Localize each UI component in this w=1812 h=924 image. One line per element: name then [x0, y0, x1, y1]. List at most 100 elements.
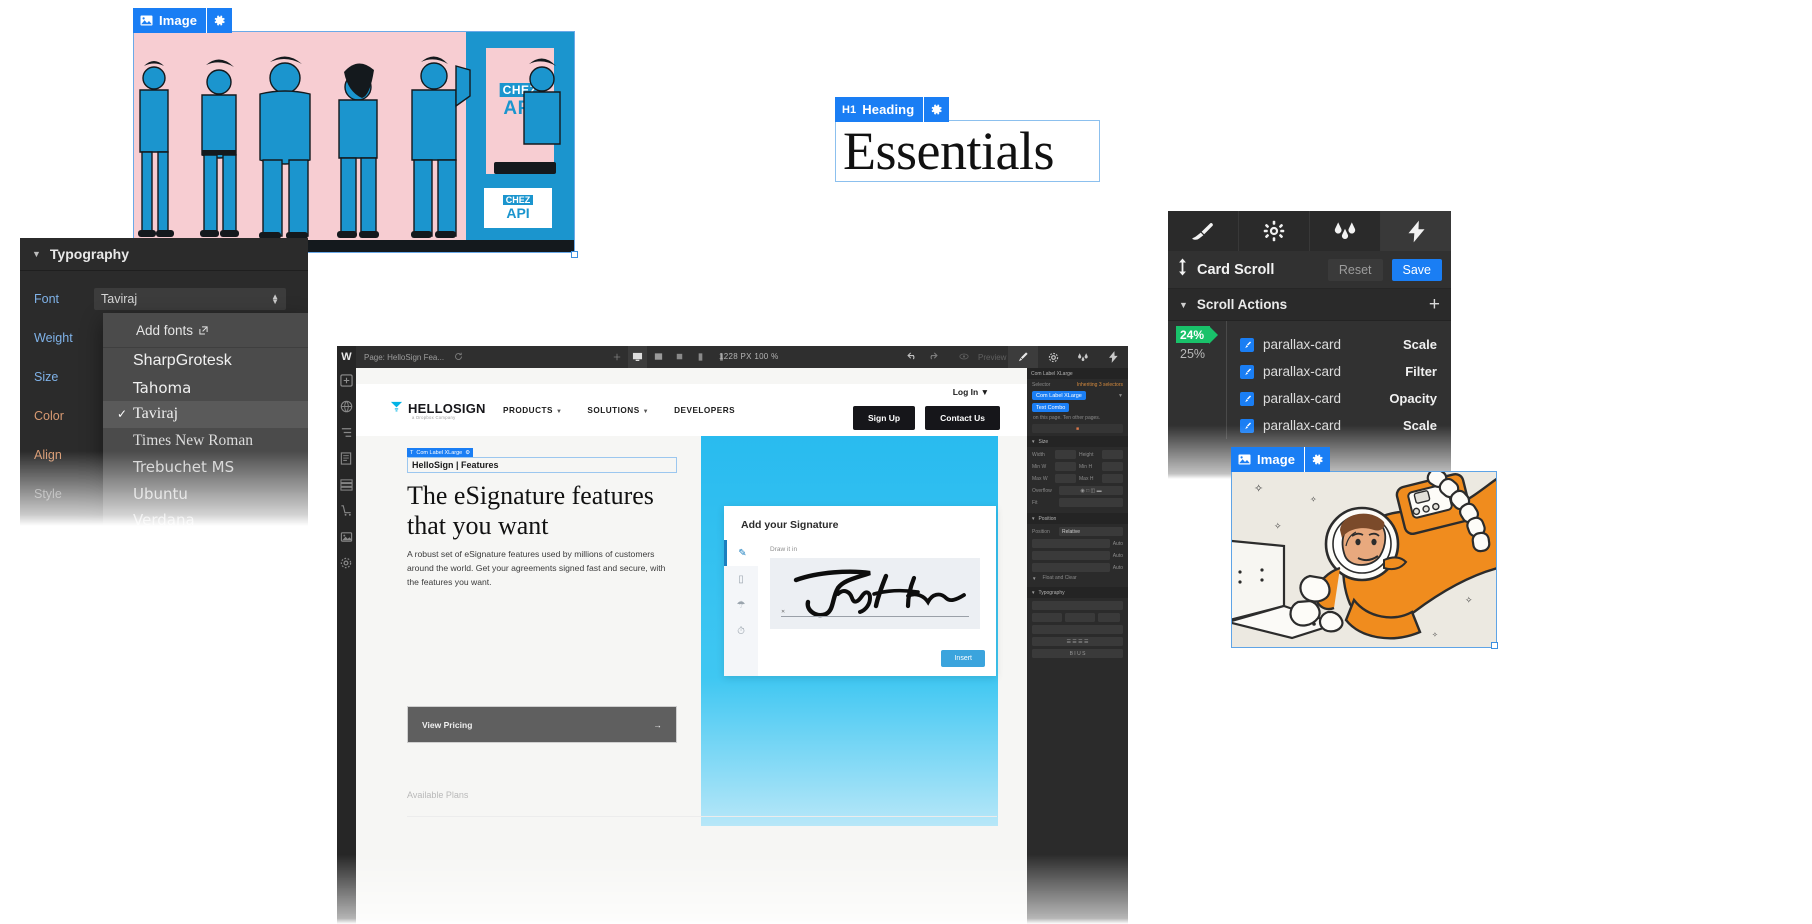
min-width-input[interactable] [1054, 462, 1076, 471]
style-tab-icon[interactable] [1008, 346, 1038, 368]
camera-icon[interactable]: ☂ [724, 592, 758, 618]
type-icon[interactable]: ▯ [724, 566, 758, 592]
resize-handle-astronaut[interactable] [1491, 642, 1498, 649]
breakpoint-mobile-landscape[interactable] [670, 346, 689, 368]
signature-pad[interactable]: ✕ [770, 558, 980, 629]
add-elements-icon[interactable] [340, 374, 353, 387]
style-tab[interactable] [1168, 211, 1239, 251]
nav-link-developers[interactable]: DEVELOPERS [674, 406, 735, 415]
pages-icon[interactable] [340, 452, 353, 465]
scroll-actions-header[interactable]: ▼ Scroll Actions + [1168, 289, 1451, 321]
overflow-toggle-group[interactable]: ◉ □ ◫ ▬ [1059, 486, 1123, 495]
effects-tab-icon[interactable] [1068, 346, 1098, 368]
position-section-header[interactable]: ▼ Position [1027, 513, 1128, 524]
designer-style-panel[interactable]: Com Label XLarge Selector Inheriting 3 s… [1027, 368, 1128, 924]
width-input[interactable] [1054, 450, 1076, 459]
insert-signature-button[interactable]: Insert [941, 650, 985, 667]
pen-icon[interactable]: ✎ [724, 540, 758, 566]
settings-tab[interactable] [1239, 211, 1310, 251]
card-scroll-panel[interactable]: Card Scroll Reset Save ▼ Scroll Actions … [1168, 211, 1451, 479]
people-illustration[interactable]: CHEZ API CHEZ API [133, 31, 575, 253]
font-option-verdana[interactable]: Verdana [103, 507, 308, 526]
designer-left-toolbar[interactable] [337, 368, 356, 924]
font-select[interactable]: Taviraj ▲ ▼ [94, 287, 286, 310]
size-section[interactable]: Width Height Min W Min H Max W Max H Ove… [1027, 447, 1128, 513]
astronaut-illustration[interactable]: ✧ ✧ ✧ ✧ ✧ [1231, 471, 1497, 648]
designer-panel-tabs[interactable] [1008, 346, 1128, 368]
refresh-icon[interactable] [454, 352, 463, 363]
assets-icon[interactable] [340, 530, 353, 543]
typography-panel[interactable]: ▼ Typography Font Taviraj ▲ ▼ Weight Size… [20, 238, 308, 526]
caret-down-icon[interactable]: ▼ [1179, 300, 1188, 310]
undo-icon[interactable] [907, 352, 918, 362]
size-row-overflow[interactable]: Overflow ◉ □ ◫ ▬ [1032, 486, 1123, 495]
font-option-trebuchet-ms[interactable]: Trebuchet MS [103, 454, 308, 481]
list-item[interactable]: parallax-card Scale [1240, 331, 1451, 358]
min-height-input[interactable] [1101, 462, 1123, 471]
gear-icon[interactable]: ⚙ [465, 450, 470, 456]
font-option-times-new-roman[interactable]: Times New Roman [103, 428, 308, 455]
navigator-icon[interactable] [340, 426, 353, 439]
typography-section[interactable]: ☰ ☰ ☰ ☰ B I U S [1027, 598, 1128, 664]
breakpoint-switcher[interactable] [607, 346, 731, 368]
image-badge-label-wrap[interactable]: Image [133, 8, 207, 33]
site-nav-links[interactable]: PRODUCTS ▼ SOLUTIONS ▼ DEVELOPERS [503, 406, 735, 415]
clock-icon[interactable]: ⏱ [724, 618, 758, 644]
selector-chip-secondary[interactable]: Text Combo [1032, 403, 1070, 412]
breakpoint-desktop[interactable] [628, 346, 647, 368]
undo-redo-group[interactable]: Preview [907, 346, 1006, 368]
heading-selection-badge[interactable]: H1 Heading [835, 97, 950, 122]
save-button[interactable]: Save [1391, 258, 1442, 281]
size-section-header[interactable]: ▼ Size [1027, 436, 1128, 447]
list-item[interactable]: parallax-card Opacity [1240, 385, 1451, 412]
resize-handle-image-top[interactable] [571, 251, 578, 258]
action-checkbox[interactable] [1240, 391, 1254, 406]
add-fonts-menu-item[interactable]: Add fonts [103, 313, 308, 348]
effects-tab[interactable] [1310, 211, 1381, 251]
typo-color-row[interactable] [1032, 625, 1123, 634]
typo-align-row[interactable]: ☰ ☰ ☰ ☰ [1032, 637, 1123, 646]
preview-label[interactable]: Preview [978, 353, 1006, 362]
nav-link-products[interactable]: PRODUCTS ▼ [503, 406, 562, 415]
position-select[interactable]: Relative [1059, 527, 1123, 536]
fit-select[interactable] [1059, 498, 1123, 507]
breakpoint-tablet[interactable] [649, 346, 668, 368]
float-clear-row[interactable]: ▼ Float and Clear [1032, 575, 1123, 581]
list-item[interactable]: parallax-card Filter [1240, 358, 1451, 385]
sign-up-button[interactable]: Sign Up [853, 406, 916, 430]
caret-down-icon[interactable]: ▼ [1032, 576, 1036, 581]
typo-weight-row[interactable] [1032, 613, 1123, 622]
signature-method-rail[interactable]: ✎ ▯ ☂ ⏱ [724, 540, 758, 676]
caret-down-icon[interactable]: ▼ [1031, 590, 1035, 595]
selector-chip[interactable]: Com Label XLarge [1032, 391, 1086, 400]
panel-tabs[interactable] [1168, 211, 1451, 251]
heading-element[interactable]: Essentials [835, 120, 1100, 182]
position-section[interactable]: Position Relative Auto Auto Auto ▼ Float… [1027, 524, 1128, 587]
size-row-max[interactable]: Max W Max H [1032, 474, 1123, 483]
size-row-fit[interactable]: Fit [1032, 498, 1123, 507]
size-row-min[interactable]: Min W Min H [1032, 462, 1123, 471]
interactions-tab-icon[interactable] [1098, 346, 1128, 368]
list-item[interactable]: parallax-card Scale [1240, 412, 1451, 439]
cms-icon[interactable] [340, 478, 353, 491]
position-auto-row-2[interactable]: Auto [1032, 551, 1123, 560]
designer-window[interactable]: W Page: HelloSign Fea... 1228 PX 100 % P… [337, 346, 1128, 924]
caret-down-icon[interactable]: ▼ [32, 249, 41, 259]
action-checkbox[interactable] [1240, 337, 1254, 352]
heading-badge-label-wrap[interactable]: H1 Heading [835, 97, 924, 122]
view-pricing-button[interactable]: View Pricing → [407, 706, 677, 743]
settings-tab-icon[interactable] [1038, 346, 1068, 368]
font-option-sharpgrotesk[interactable]: SharpGrotesk [103, 348, 308, 375]
signature-draw-area[interactable]: Draw it in ✕ [770, 546, 980, 629]
nav-buttons[interactable]: Sign Up Contact Us [853, 406, 1000, 430]
breakpoint-mobile-portrait[interactable] [691, 346, 710, 368]
project-settings-icon[interactable] [340, 556, 353, 569]
size-row-width-height[interactable]: Width Height [1032, 450, 1123, 459]
max-height-input[interactable] [1101, 474, 1123, 483]
designer-canvas[interactable]: HELLOSIGN a Dropbox Company PRODUCTS ▼ SO… [356, 368, 1027, 924]
reset-button[interactable]: Reset [1327, 258, 1383, 281]
chevron-updown-icon[interactable]: ▲ ▼ [271, 292, 279, 305]
action-checkbox[interactable] [1240, 364, 1254, 379]
typography-panel-header[interactable]: ▼ Typography [20, 238, 308, 271]
nav-link-solutions[interactable]: SOLUTIONS ▼ [587, 406, 649, 415]
